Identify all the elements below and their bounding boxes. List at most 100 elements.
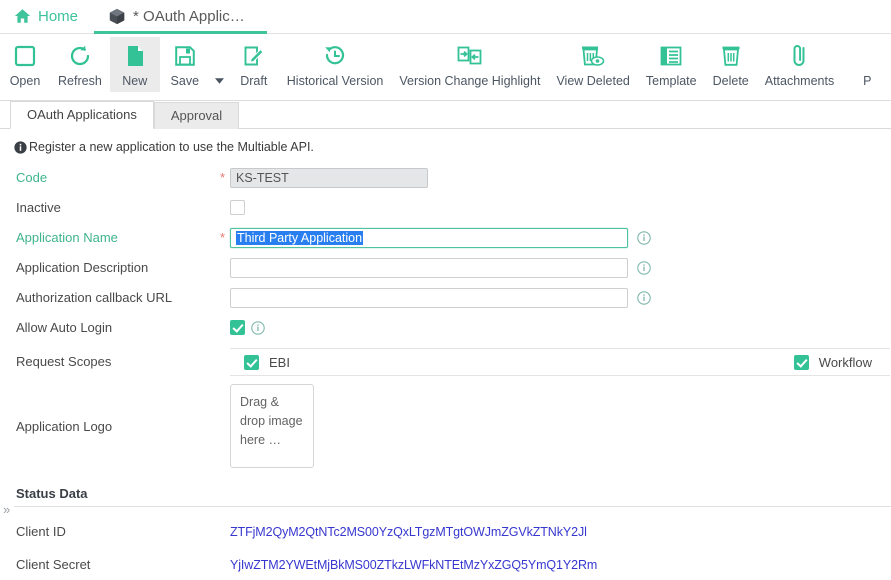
refresh-icon: [68, 42, 92, 70]
ribbon-button-version-change-highlight[interactable]: Version Change Highlight: [391, 37, 548, 92]
control-code: [230, 167, 428, 188]
window-tab-home[interactable]: Home: [0, 1, 94, 34]
field-row-inactive: Inactive: [0, 195, 891, 220]
caret-down-icon: [214, 72, 224, 87]
paperclip-icon: [788, 42, 810, 70]
chevron-double-right-icon[interactable]: »: [3, 503, 10, 516]
status-row-client-secret: Client Secret YjIwZTM2YWEtMjBkMS00ZTkzLW…: [0, 552, 891, 577]
application-name-input[interactable]: [230, 227, 628, 248]
ribbon-label-clipped: P: [863, 74, 872, 88]
version-compare-icon: [457, 42, 483, 70]
label-client-secret: Client Secret: [16, 557, 91, 572]
home-icon: [14, 8, 31, 24]
field-row-code: Code *: [0, 165, 891, 190]
ribbon-button-draft[interactable]: Draft: [229, 37, 279, 92]
application-description-input[interactable]: [230, 257, 628, 278]
ribbon-button-template[interactable]: Template: [638, 37, 705, 92]
label-inactive: Inactive: [16, 200, 61, 215]
save-dropdown-caret[interactable]: [210, 72, 229, 87]
request-scopes-list: EBI Workflow: [230, 348, 890, 376]
ribbon-label-version-change-highlight: Version Change Highlight: [399, 74, 541, 88]
field-row-application-description: Application Description: [0, 255, 891, 280]
scope-workflow-label: Workflow: [818, 354, 872, 370]
ribbon-button-new[interactable]: New: [109, 37, 160, 92]
scope-option-workflow[interactable]: Workflow: [780, 354, 890, 370]
new-document-icon: [123, 42, 147, 70]
window-tab-oauth-application-label: * OAuth Applic…: [133, 7, 245, 25]
ribbon-button-view-deleted[interactable]: View Deleted: [548, 37, 637, 92]
status-data-title: Status Data: [16, 486, 88, 501]
open-square-icon: [13, 42, 37, 70]
label-application-name: Application Name: [16, 230, 118, 245]
tab-oauth-applications[interactable]: OAuth Applications: [10, 101, 154, 129]
clock-history-icon: [323, 42, 347, 70]
label-application-description: Application Description: [16, 260, 149, 275]
ribbon-label-refresh: Refresh: [58, 74, 102, 88]
tab-approval[interactable]: Approval: [153, 102, 240, 129]
label-authorization-callback-url: Authorization callback URL: [16, 290, 173, 305]
register-note: Register a new application to use the Mu…: [0, 129, 891, 162]
window-tab-oauth-application[interactable]: * OAuth Applic…: [94, 1, 267, 34]
template-grid-icon: [659, 42, 683, 70]
save-floppy-icon: [173, 42, 197, 70]
draft-pencil-icon: [242, 42, 266, 70]
cube-icon: [108, 8, 126, 25]
control-application-name: Third Party Application: [230, 227, 651, 248]
control-inactive: [230, 200, 245, 215]
ribbon-button-delete[interactable]: Delete: [705, 37, 757, 92]
info-icon: [14, 140, 27, 154]
ribbon-label-delete: Delete: [712, 74, 749, 88]
authorization-callback-url-input[interactable]: [230, 287, 628, 308]
client-secret-value: YjIwZTM2YWEtMjBkMS00ZTkzLWFkNTEtMzYxZGQ5…: [230, 557, 598, 572]
label-request-scopes: Request Scopes: [16, 354, 112, 369]
ribbon-label-attachments: Attachments: [764, 74, 835, 88]
required-marker-code: *: [220, 169, 226, 185]
ribbon-label-new: New: [122, 74, 148, 88]
ribbon-label-template: Template: [645, 74, 697, 88]
client-id-value: ZTFjM2QyM2QtNTc2MS00YzQxLTgzMTgtOWJmZGVk…: [230, 524, 587, 539]
tab-oauth-applications-label: OAuth Applications: [27, 107, 137, 122]
ribbon-button-historical-version[interactable]: Historical Version: [279, 37, 392, 92]
window-tab-bar: Home * OAuth Applic…: [0, 0, 891, 34]
scope-ebi-label: EBI: [269, 354, 290, 370]
inactive-checkbox[interactable]: [230, 200, 245, 215]
tab-approval-label: Approval: [170, 108, 223, 123]
ribbon-label-open: Open: [9, 74, 41, 88]
application-logo-dropzone-text: Drag & drop image here …: [240, 395, 303, 447]
register-note-text: Register a new application to use the Mu…: [29, 140, 314, 154]
ribbon-button-open[interactable]: Open: [0, 37, 50, 92]
application-description-info-icon[interactable]: [628, 260, 651, 275]
window-tab-home-label: Home: [38, 7, 79, 25]
ribbon-label-save: Save: [170, 74, 200, 88]
field-row-authorization-callback-url: Authorization callback URL: [0, 285, 891, 310]
allow-auto-login-info-icon[interactable]: [245, 320, 265, 335]
application-name-info-icon[interactable]: [628, 230, 651, 245]
status-data-divider: [14, 506, 891, 507]
label-code: Code: [16, 170, 48, 185]
status-row-client-id: Client ID ZTFjM2QyM2QtNTc2MS00YzQxLTgzMT…: [0, 519, 891, 544]
trash-eye-icon: [580, 42, 606, 70]
authorization-callback-url-info-icon[interactable]: [628, 290, 651, 305]
scope-option-ebi[interactable]: EBI: [230, 354, 290, 370]
field-row-application-name: Application Name * Third Party Applicati…: [0, 225, 891, 250]
form-body: Register a new application to use the Mu…: [0, 129, 891, 577]
code-input[interactable]: [230, 167, 428, 188]
required-marker-application-name: *: [220, 229, 226, 245]
scope-workflow-checkbox[interactable]: [793, 354, 809, 370]
ribbon-label-historical-version: Historical Version: [286, 74, 384, 88]
scope-ebi-checkbox[interactable]: [244, 354, 259, 370]
field-row-allow-auto-login: Allow Auto Login: [0, 315, 891, 340]
ribbon-button-attachments[interactable]: Attachments: [757, 37, 842, 92]
ribbon-button-refresh[interactable]: Refresh: [50, 37, 110, 92]
ribbon-label-draft: Draft: [240, 74, 268, 88]
label-application-logo: Application Logo: [16, 418, 113, 434]
ribbon-button-save[interactable]: Save: [160, 37, 210, 92]
application-logo-dropzone[interactable]: Drag & drop image here …: [230, 384, 314, 468]
ribbon-button-clipped[interactable]: P: [842, 37, 891, 92]
control-application-description: [230, 257, 651, 278]
control-authorization-callback-url: [230, 287, 651, 308]
allow-auto-login-checkbox[interactable]: [230, 320, 245, 335]
ribbon-toolbar: Open Refresh New Save Draft Historical V…: [0, 34, 891, 101]
field-row-application-logo: Application Logo Drag & drop image here …: [0, 384, 891, 468]
label-allow-auto-login: Allow Auto Login: [16, 320, 113, 335]
